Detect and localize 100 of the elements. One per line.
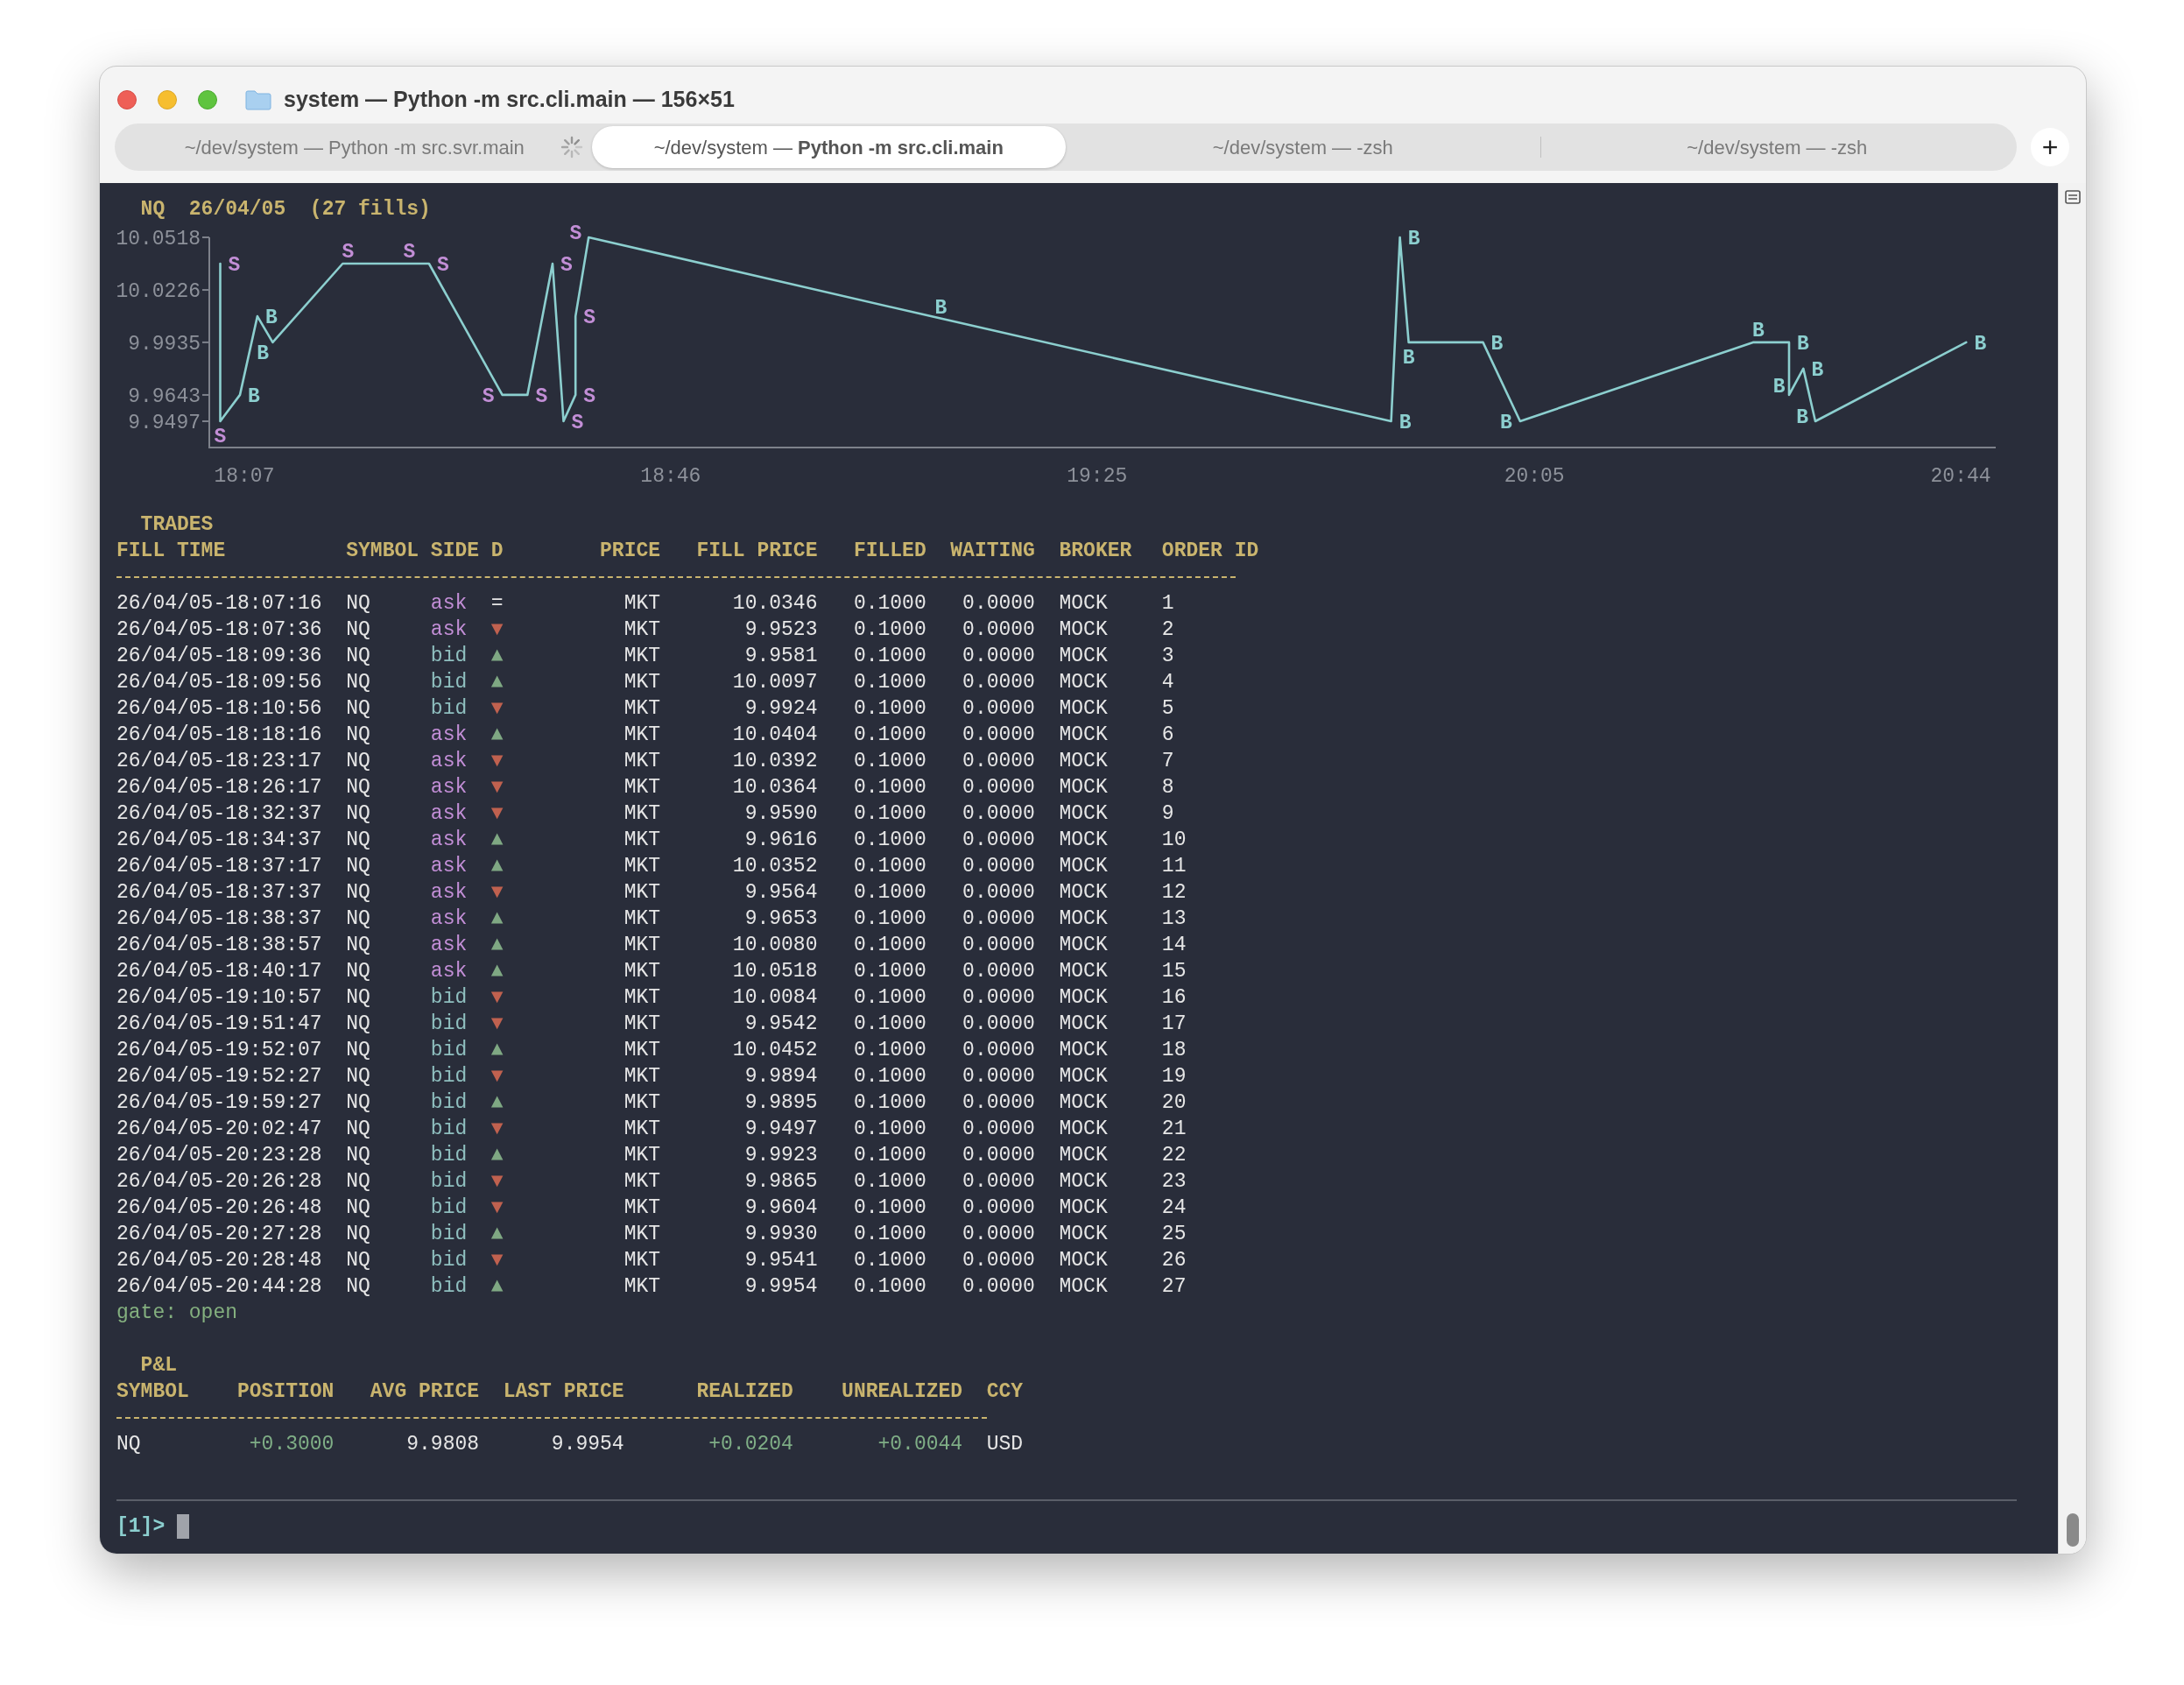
table-cell-text: ask	[430, 906, 469, 932]
tab[interactable]: ~/dev/system — Python -m src.cli.main	[591, 126, 1066, 168]
y-axis-label: 10.0518	[116, 228, 201, 250]
table-cell-text: 26/04/05-18:37:37	[116, 880, 323, 906]
table-cell-text: 26/04/05-18:38:37	[116, 906, 323, 932]
table-cell-text: 0.1000	[852, 644, 926, 669]
trade-marker: S	[228, 254, 241, 277]
table-cell-text: MOCK	[1058, 1064, 1109, 1089]
table-cell-text: 0.0000	[962, 696, 1035, 722]
table-cell-text: MKT	[623, 828, 661, 853]
table-cell-text: 0.0000	[962, 1169, 1035, 1195]
tab[interactable]: ~/dev/system — -zsh	[1539, 126, 2014, 168]
table-cell-text: MKT	[623, 1169, 661, 1195]
table-cell-text: MKT	[623, 880, 661, 906]
table-cell-text: MKT	[623, 1143, 661, 1168]
table-cell-text: 0.1000	[852, 828, 926, 853]
table-cell-text: NQ	[346, 696, 371, 722]
table-cell-text: NQ	[346, 723, 371, 748]
table-cell-text: 10.0392	[731, 749, 818, 774]
y-axis-label: 10.0226	[116, 280, 201, 304]
trade-marker: B	[1398, 412, 1412, 434]
zoom-button[interactable]	[198, 89, 217, 109]
table-cell-text: 10.0080	[731, 933, 818, 958]
folder-icon	[245, 88, 271, 110]
table-cell-text: MKT	[623, 617, 661, 643]
table-cell-text: 0.1000	[852, 854, 926, 879]
table-cell-text: 26/04/05-18:07:16	[116, 591, 323, 617]
direction-indicator: ▼	[490, 1012, 504, 1037]
scrollbar-thumb[interactable]	[2066, 1513, 2079, 1547]
trade-marker: S	[214, 426, 227, 448]
direction-indicator: ▼	[490, 1195, 504, 1221]
column-header: SYMBOL	[346, 539, 420, 564]
table-cell-text: MOCK	[1058, 1012, 1109, 1037]
table-cell-text: 0.0000	[962, 749, 1035, 774]
table-cell-text: 9.9497	[743, 1117, 818, 1142]
table-cell-text: ask	[430, 959, 469, 984]
table-cell-text: MOCK	[1058, 985, 1109, 1011]
tab[interactable]: ~/dev/system — -zsh	[1066, 126, 1540, 168]
y-axis-label: 9.9497	[128, 411, 201, 434]
direction-indicator: ▲	[490, 1143, 504, 1168]
direction-indicator: ▼	[490, 880, 504, 906]
table-cell-text: 0.1000	[852, 1038, 926, 1063]
table-cell-text: +0.0204	[708, 1432, 793, 1457]
table-cell-text: bid	[430, 1248, 469, 1273]
table-cell-text: 9.9590	[743, 801, 818, 827]
table-cell-text: MOCK	[1058, 1248, 1109, 1273]
text-cursor	[177, 1514, 189, 1539]
table-cell-text: 9.9542	[743, 1012, 818, 1037]
tab[interactable]: ~/dev/system — Python -m src.svr.main	[117, 126, 592, 168]
column-header: UNREALIZED	[841, 1379, 963, 1405]
table-cell-text: 10.0404	[731, 723, 818, 748]
trade-marker: S	[342, 241, 355, 264]
table-cell-text: MKT	[623, 591, 661, 617]
table-cell-text: MOCK	[1058, 644, 1109, 669]
table-cell-text: 26/04/05-19:52:07	[116, 1038, 323, 1063]
new-tab-button[interactable]: +	[2031, 128, 2069, 166]
direction-indicator: ▲	[490, 933, 504, 958]
table-cell-text: 26/04/05-20:27:28	[116, 1222, 323, 1247]
table-cell-text: 0.0000	[962, 801, 1035, 827]
direction-indicator: ▼	[490, 775, 504, 800]
direction-indicator: ▲	[490, 1274, 504, 1300]
split-pane-icon[interactable]	[2064, 190, 2081, 204]
trade-marker: S	[560, 254, 573, 277]
table-cell-text: 0.1000	[852, 1248, 926, 1273]
table-cell-text: 5	[1161, 696, 1175, 722]
table-cell-text: MOCK	[1058, 775, 1109, 800]
close-button[interactable]	[117, 89, 137, 109]
table-cell-text: bid	[430, 696, 469, 722]
table-cell-text: 9.9564	[743, 880, 818, 906]
column-header: PRICE	[599, 539, 661, 564]
table-cell-text: 7	[1161, 749, 1175, 774]
table-cell-text: 0.0000	[962, 854, 1035, 879]
table-cell-text: 19	[1161, 1064, 1187, 1089]
table-cell-text: NQ	[346, 1012, 371, 1037]
direction-indicator: ▼	[490, 801, 504, 827]
table-cell-text: bid	[430, 1064, 469, 1089]
table-cell-text: 0.1000	[852, 1222, 926, 1247]
trade-marker: B	[1811, 358, 1824, 382]
y-axis-label: 9.9935	[128, 332, 201, 356]
direction-indicator: ▲	[490, 1038, 504, 1063]
table-cell-text: 0.0000	[962, 959, 1035, 984]
table-cell-text: 15	[1161, 959, 1187, 984]
table-cell-text: 0.0000	[962, 1274, 1035, 1300]
table-cell-text: NQ	[346, 854, 371, 879]
trade-marker: S	[403, 241, 416, 264]
minimize-button[interactable]	[158, 89, 177, 109]
table-cell-text: NQ	[346, 670, 371, 695]
table-cell-text: MOCK	[1058, 1038, 1109, 1063]
table-cell-text: 26	[1161, 1248, 1187, 1273]
table-cell-text: MKT	[623, 985, 661, 1011]
column-header: FILL PRICE	[695, 539, 818, 564]
table-cell-text: MKT	[623, 749, 661, 774]
table-cell-text: NQ	[346, 1274, 371, 1300]
table-cell-text: 0.1000	[852, 985, 926, 1011]
table-cell-text: NQ	[346, 985, 371, 1011]
table-cell-text: bid	[430, 1117, 469, 1142]
table-cell-text: 0.1000	[852, 591, 926, 617]
table-cell-text: 26/04/05-18:18:16	[116, 723, 323, 748]
table-cell-text: 26/04/05-20:23:28	[116, 1143, 323, 1168]
trade-marker: S	[571, 412, 584, 434]
